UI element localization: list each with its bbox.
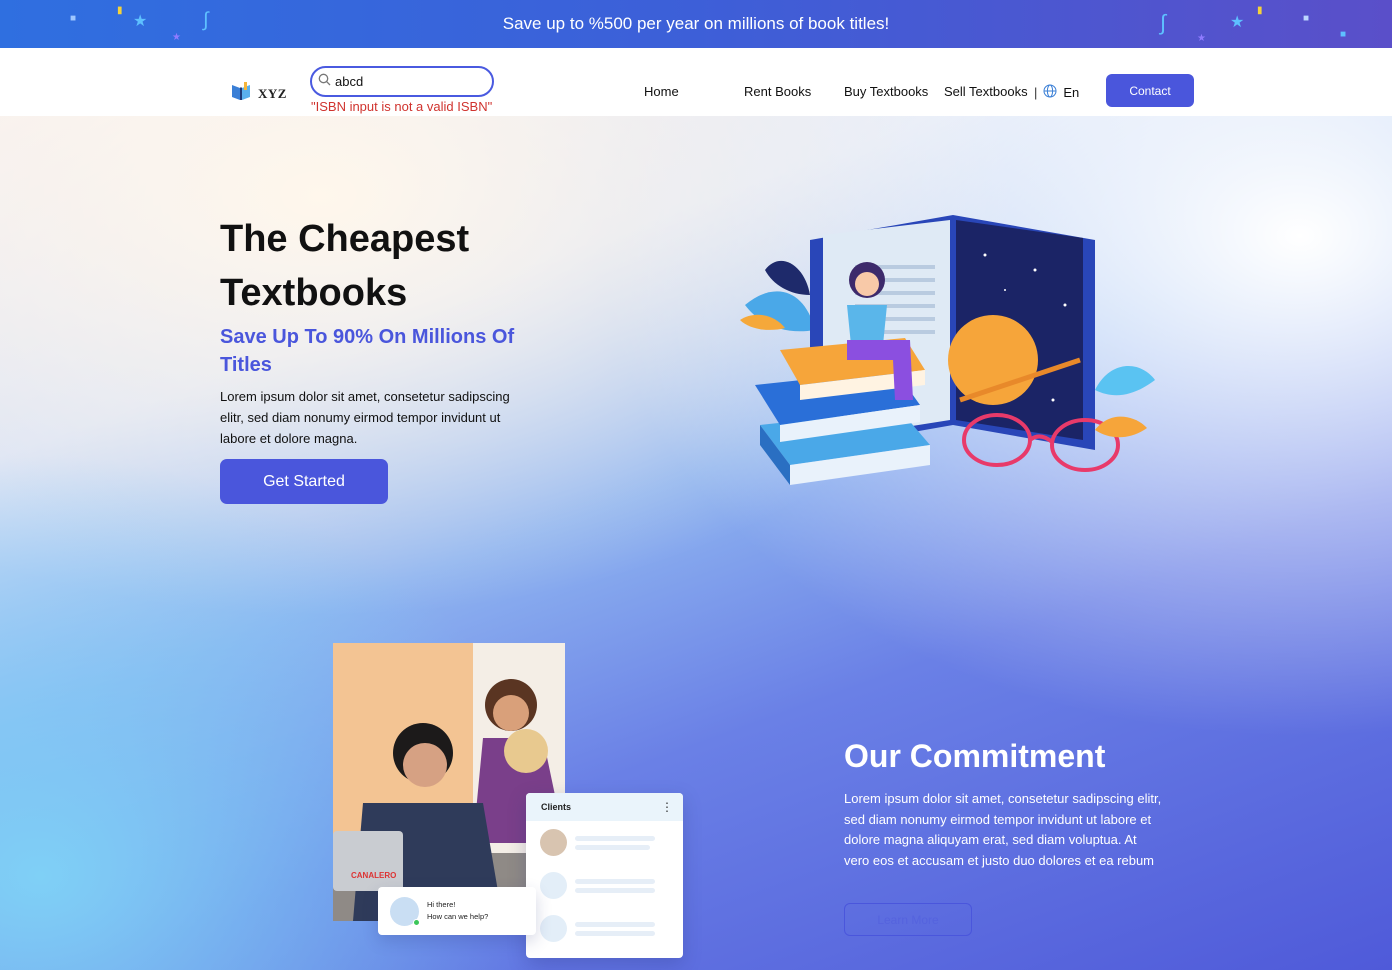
books-illustration	[735, 210, 1160, 500]
list-item	[526, 864, 683, 907]
promo-banner: ■ ★ ▮ ★ ∫ ∫ ★ ★ ▮ ■ ■ Save up to %500 pe…	[0, 0, 1392, 48]
logo[interactable]: XYZ	[230, 81, 287, 106]
nav-rent-books[interactable]: Rent Books	[744, 84, 811, 99]
star-icon: ★	[1197, 33, 1206, 44]
avatar	[540, 915, 567, 942]
hero-subtitle: Save Up To 90% On Millions Of Titles	[220, 326, 515, 376]
nav-home[interactable]: Home	[644, 84, 679, 99]
more-options-icon[interactable]: ⋮	[661, 800, 673, 814]
commitment-description: Lorem ipsum dolor sit amet, consetetur s…	[844, 791, 1162, 868]
contact-button[interactable]: Contact	[1106, 74, 1194, 107]
search-icon	[318, 73, 331, 91]
globe-icon	[1043, 84, 1057, 101]
divider: |	[1034, 85, 1038, 100]
avatar	[540, 872, 567, 899]
avatar	[390, 896, 420, 926]
isbn-search-field[interactable]	[310, 66, 494, 97]
chat-widget[interactable]: Hi there! How can we help?	[378, 887, 536, 935]
online-status-icon	[413, 918, 420, 926]
search-error-message: "ISBN input is not a valid ISBN"	[311, 99, 493, 114]
confetti-decoration: ∫	[203, 9, 209, 31]
nav-buy-textbooks[interactable]: Buy Textbooks	[844, 84, 928, 99]
get-started-button[interactable]: Get Started	[220, 459, 388, 504]
logo-text: XYZ	[258, 85, 287, 101]
hero-section: The Cheapest Textbooks Save Up To 90% On…	[0, 116, 1392, 970]
confetti-decoration: ■	[1303, 13, 1310, 24]
chat-greeting: Hi there!	[427, 900, 456, 909]
star-icon: ★	[172, 32, 181, 43]
site-header: XYZ "ISBN input is not a valid ISBN" Hom…	[0, 48, 1392, 116]
confetti-decoration: ▮	[117, 5, 123, 16]
nav-sell-textbooks[interactable]: Sell Textbooks	[944, 84, 1028, 99]
hero-description: Lorem ipsum dolor sit amet, consetetur s…	[220, 389, 510, 446]
language-label: En	[1063, 85, 1080, 100]
avatar	[540, 829, 567, 856]
chat-prompt: How can we help?	[427, 912, 489, 921]
learn-more-button[interactable]: Learn More	[844, 903, 972, 936]
clients-card-title: Clients	[541, 802, 572, 812]
star-icon: ★	[133, 13, 148, 30]
search-input[interactable]	[335, 74, 475, 89]
confetti-decoration: ▮	[1257, 5, 1263, 16]
list-item	[526, 821, 683, 864]
language-selector[interactable]: | En	[1034, 84, 1079, 101]
clients-card: Clients ⋮	[526, 793, 683, 958]
promo-text: Save up to %500 per year on millions of …	[502, 14, 890, 33]
confetti-decoration: ■	[70, 13, 77, 24]
star-icon: ★	[1230, 14, 1245, 31]
commitment-title: Our Commitment	[844, 738, 1106, 774]
confetti-decoration: ■	[1340, 29, 1347, 40]
hero-title: The Cheapest Textbooks	[220, 218, 470, 314]
book-logo-icon	[230, 81, 252, 106]
svg-text:CANALERO: CANALERO	[351, 871, 396, 880]
confetti-decoration: ∫	[1160, 10, 1167, 35]
list-item	[526, 907, 683, 950]
